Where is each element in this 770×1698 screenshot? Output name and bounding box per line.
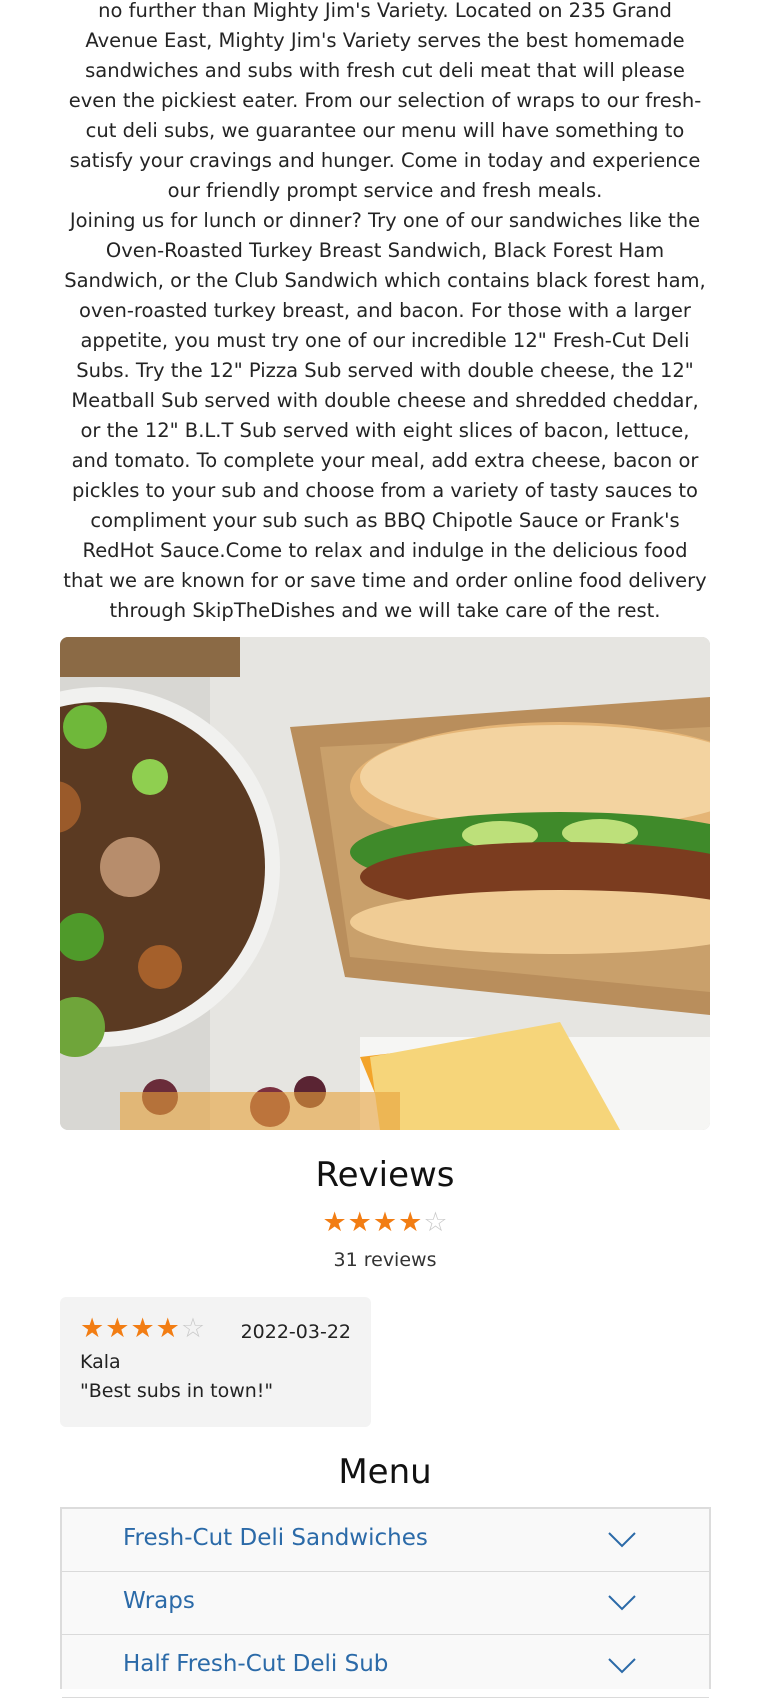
star-icon: ☆ [423, 1207, 448, 1238]
menu-category-label[interactable]: Fresh-Cut Deli Sandwiches [123, 1525, 428, 1551]
about-paragraph-1: no further than Mighty Jim's Variety. Lo… [68, 0, 702, 202]
star-icon: ★ [155, 1313, 180, 1344]
star-icon: ★ [80, 1313, 105, 1344]
star-icon: ★ [398, 1207, 423, 1238]
page: no further than Mighty Jim's Variety. Lo… [0, 0, 770, 1698]
menu-category-label[interactable]: Wraps [123, 1588, 195, 1614]
star-icon: ★ [347, 1207, 372, 1238]
menu-category-label[interactable]: Half Fresh-Cut Deli Sub [123, 1651, 388, 1677]
star-icon: ★ [322, 1207, 347, 1238]
star-icon: ★ [130, 1313, 155, 1344]
average-rating: ★ ★ ★ ★ ☆ [0, 1209, 770, 1236]
chevron-down-icon[interactable] [607, 1657, 637, 1675]
about-text: no further than Mighty Jim's Variety. Lo… [60, 0, 710, 626]
chevron-down-icon[interactable] [607, 1594, 637, 1612]
chevron-down-icon[interactable] [607, 1531, 637, 1549]
about-paragraph-2: Joining us for lunch or dinner? Try one … [63, 209, 707, 622]
star-icon: ★ [372, 1207, 398, 1238]
review-author: Kala [80, 1351, 121, 1373]
star-icon: ☆ [180, 1313, 206, 1344]
menu-category-wraps[interactable]: Wraps [62, 1572, 709, 1635]
menu-category-half-fresh-cut-deli-sub[interactable]: Half Fresh-Cut Deli Sub [62, 1635, 709, 1698]
menu-heading: Menu [338, 1452, 432, 1492]
menu-accordion: Fresh-Cut Deli Sandwiches Wraps Half Fre… [60, 1507, 711, 1698]
review-rating: ★ ★ ★ ★ ☆ [80, 1315, 205, 1342]
star-icon: ★ [105, 1313, 130, 1344]
review-text: "Best subs in town!" [80, 1380, 274, 1402]
reviews-heading: Reviews [315, 1155, 455, 1195]
review-card: ★ ★ ★ ★ ☆ 2022-03-22 Kala "Best subs in town… [60, 1297, 371, 1427]
food-photo [60, 637, 710, 1130]
review-count: 31 reviews [333, 1249, 437, 1271]
menu-category-fresh-cut-deli-sandwiches[interactable]: Fresh-Cut Deli Sandwiches [62, 1509, 709, 1572]
review-date: 2022-03-22 [240, 1321, 351, 1343]
